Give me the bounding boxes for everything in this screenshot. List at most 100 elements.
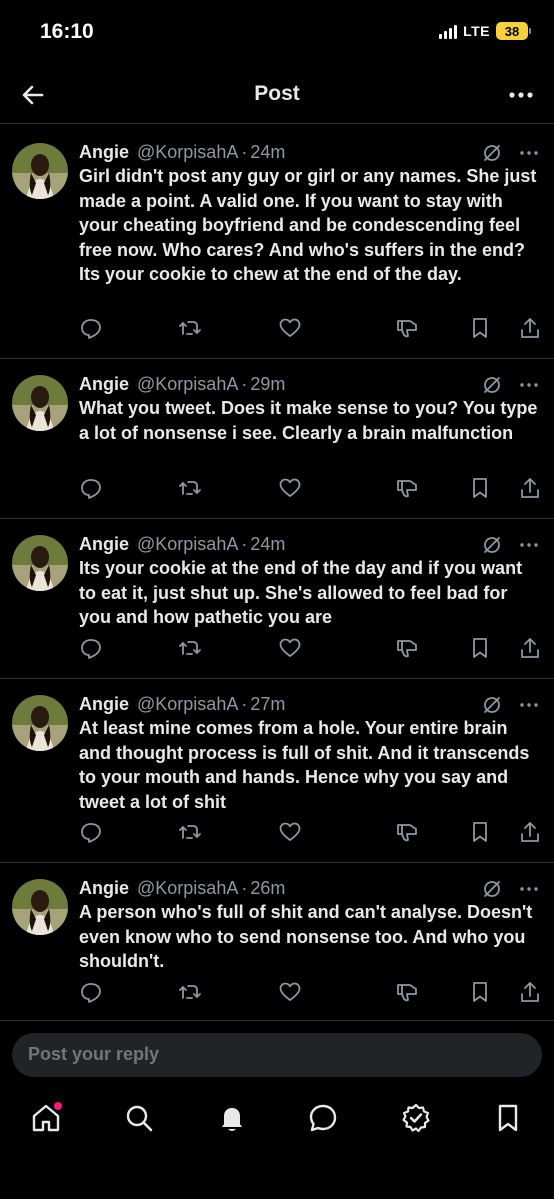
grok-icon[interactable] <box>482 535 502 555</box>
verified-icon[interactable] <box>400 1102 432 1134</box>
battery-icon: 38 <box>496 22 531 40</box>
author-handle[interactable]: @KorpisahA <box>137 141 238 163</box>
reply-icon[interactable] <box>79 636 103 660</box>
author-name[interactable]: Angie <box>79 693 129 715</box>
separator-dot: · <box>241 534 248 554</box>
repost-icon[interactable] <box>178 316 202 340</box>
post-age: 27m <box>250 694 286 714</box>
bookmark-icon[interactable] <box>468 476 492 500</box>
post-text: Its your cookie at the end of the day an… <box>79 558 523 627</box>
post-age: 24m <box>250 534 286 554</box>
post[interactable]: Angie @KorpisahA · 24m Girl didn't post … <box>0 127 554 359</box>
repost-icon[interactable] <box>178 820 202 844</box>
reply-icon[interactable] <box>79 316 103 340</box>
status-bar: 16:10 LTE 38 <box>0 0 554 66</box>
separator-dot: · <box>241 142 248 162</box>
like-icon[interactable] <box>278 980 302 1004</box>
network-label: LTE <box>463 23 490 39</box>
share-icon[interactable] <box>518 980 542 1004</box>
post-age: 24m <box>250 142 286 162</box>
author-name[interactable]: Angie <box>79 877 129 899</box>
notification-dot <box>54 1102 62 1110</box>
dislike-icon[interactable] <box>395 636 419 660</box>
avatar[interactable] <box>12 695 68 751</box>
post-meta: Angie @KorpisahA · 27m <box>79 693 540 715</box>
signal-icon <box>439 23 458 39</box>
post-text: Girl didn't post any guy or girl or any … <box>79 166 537 284</box>
avatar[interactable] <box>12 879 68 935</box>
share-icon[interactable] <box>518 636 542 660</box>
top-bar: Post <box>0 66 554 124</box>
post[interactable]: Angie @KorpisahA · 29m What you tweet. D… <box>0 359 554 519</box>
post-more-icon[interactable] <box>518 375 540 395</box>
repost-icon[interactable] <box>178 636 202 660</box>
bookmark-icon[interactable] <box>468 316 492 340</box>
separator-dot: · <box>241 694 248 714</box>
post-text: At least mine comes from a hole. Your en… <box>79 718 530 812</box>
bell-icon[interactable] <box>216 1102 248 1134</box>
reply-feed: Angie @KorpisahA · 24m Girl didn't post … <box>0 127 554 1021</box>
bottom-nav <box>0 1092 554 1152</box>
post[interactable]: Angie @KorpisahA · 26m A person who's fu… <box>0 863 554 1021</box>
reply-icon[interactable] <box>79 980 103 1004</box>
grok-icon[interactable] <box>482 879 502 899</box>
grok-icon[interactable] <box>482 143 502 163</box>
post-more-icon[interactable] <box>518 535 540 555</box>
post-more-icon[interactable] <box>518 695 540 715</box>
post-text: A person who's full of shit and can't an… <box>79 902 533 971</box>
grok-icon[interactable] <box>482 375 502 395</box>
like-icon[interactable] <box>278 820 302 844</box>
avatar[interactable] <box>12 535 68 591</box>
post-more-icon[interactable] <box>518 143 540 163</box>
author-name[interactable]: Angie <box>79 533 129 555</box>
like-icon[interactable] <box>278 316 302 340</box>
author-name[interactable]: Angie <box>79 373 129 395</box>
grok-icon[interactable] <box>482 695 502 715</box>
share-icon[interactable] <box>518 316 542 340</box>
separator-dot: · <box>241 878 248 898</box>
post-text: What you tweet. Does it make sense to yo… <box>79 398 538 443</box>
dislike-icon[interactable] <box>395 980 419 1004</box>
reply-icon[interactable] <box>79 476 103 500</box>
dislike-icon[interactable] <box>395 476 419 500</box>
share-icon[interactable] <box>518 476 542 500</box>
author-name[interactable]: Angie <box>79 141 129 163</box>
avatar[interactable] <box>12 375 68 431</box>
reply-placeholder: Post your reply <box>28 1044 160 1064</box>
separator-dot: · <box>241 374 248 394</box>
battery-level: 38 <box>504 23 520 39</box>
status-indicators: LTE 38 <box>439 22 531 40</box>
author-handle[interactable]: @KorpisahA <box>137 533 238 555</box>
bookmark-icon[interactable] <box>468 820 492 844</box>
post[interactable]: Angie @KorpisahA · 27m At least mine com… <box>0 679 554 863</box>
reply-input[interactable]: Post your reply <box>12 1033 542 1077</box>
avatar[interactable] <box>12 143 68 199</box>
share-icon[interactable] <box>518 820 542 844</box>
more-options-icon[interactable] <box>506 80 536 110</box>
reply-icon[interactable] <box>79 820 103 844</box>
post-meta: Angie @KorpisahA · 24m <box>79 533 540 555</box>
post-age: 29m <box>250 374 286 394</box>
bookmark-icon[interactable] <box>468 980 492 1004</box>
post[interactable]: Angie @KorpisahA · 24m Its your cookie a… <box>0 519 554 679</box>
post-meta: Angie @KorpisahA · 29m <box>79 373 540 395</box>
status-time: 16:10 <box>40 20 94 43</box>
bookmark-icon[interactable] <box>468 636 492 660</box>
post-meta: Angie @KorpisahA · 26m <box>79 877 540 899</box>
page-title: Post <box>254 82 300 105</box>
like-icon[interactable] <box>278 636 302 660</box>
post-age: 26m <box>250 878 286 898</box>
post-meta: Angie @KorpisahA · 24m <box>79 141 540 163</box>
search-icon[interactable] <box>123 1102 155 1134</box>
dislike-icon[interactable] <box>395 820 419 844</box>
repost-icon[interactable] <box>178 476 202 500</box>
author-handle[interactable]: @KorpisahA <box>137 373 238 395</box>
author-handle[interactable]: @KorpisahA <box>137 693 238 715</box>
dislike-icon[interactable] <box>395 316 419 340</box>
like-icon[interactable] <box>278 476 302 500</box>
bookmark-icon[interactable] <box>492 1102 524 1134</box>
repost-icon[interactable] <box>178 980 202 1004</box>
messages-icon[interactable] <box>307 1102 339 1134</box>
post-more-icon[interactable] <box>518 879 540 899</box>
author-handle[interactable]: @KorpisahA <box>137 877 238 899</box>
